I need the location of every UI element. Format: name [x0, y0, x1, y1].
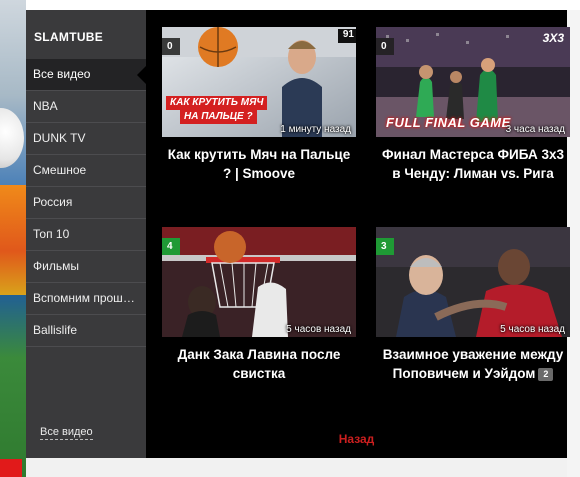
video-title[interactable]: Взаимное уважение между Поповичем и Уэйд…	[376, 345, 570, 383]
video-thumbnail[interactable]: 3X3 FULL FINAL GAME 0 3 часа назад	[376, 27, 570, 137]
video-badge: 4	[162, 238, 180, 255]
video-time: 5 часов назад	[286, 324, 351, 335]
video-time: 3 часа назад	[505, 124, 565, 135]
background-bottom-strip	[26, 458, 567, 477]
menu-item-all-videos[interactable]: Все видео	[26, 59, 146, 91]
video-title-text[interactable]: Финал Мастерса ФИБА 3х3 в Ченду: Лиман v…	[382, 147, 564, 181]
thumbnail-text: FULL FINAL GAME	[386, 115, 511, 130]
menu-item-dunk-tv[interactable]: DUNK TV	[26, 123, 146, 155]
video-title[interactable]: Данк Зака Лавина после свистка	[162, 345, 356, 383]
comment-count-badge[interactable]: 2	[538, 367, 554, 381]
menu-item-ballislife[interactable]: Ballislife	[26, 315, 146, 347]
menu-item-top-10[interactable]: Топ 10	[26, 219, 146, 251]
active-item-pointer	[137, 66, 146, 84]
video-card[interactable]: 4 5 часов назад Данк Зака Лавина после с…	[162, 227, 356, 383]
video-card[interactable]: 3 5 часов назад Взаимное уважение между …	[376, 227, 570, 383]
video-time: 1 минуту назад	[280, 124, 351, 135]
video-badge: 0	[376, 38, 394, 55]
video-card[interactable]: КАК КРУТИТЬ МЯЧ НА ПАЛЬЦЕ ? 91 0 1 минут…	[162, 27, 356, 183]
menu-item-funny[interactable]: Смешное	[26, 155, 146, 187]
video-grid-panel: КАК КРУТИТЬ МЯЧ НА ПАЛЬЦЕ ? 91 0 1 минут…	[146, 10, 570, 458]
video-time: 5 часов назад	[500, 324, 565, 335]
all-videos-link[interactable]: Все видео	[40, 426, 93, 440]
video-sidebar: SLAMTUBE Все видео NBA DUNK TV Смешное Р…	[26, 10, 146, 458]
background-top-bar	[26, 0, 580, 10]
background-jersey-image	[0, 185, 26, 295]
video-title-text[interactable]: Взаимное уважение между Поповичем и Уэйд…	[383, 347, 564, 381]
video-badge: 0	[162, 38, 180, 55]
video-thumbnail[interactable]: 3 5 часов назад	[376, 227, 570, 337]
menu-item-remember-past[interactable]: Вспомним прошлое	[26, 283, 146, 315]
thumbnail-logo: 3X3	[542, 31, 564, 45]
video-thumbnail[interactable]: КАК КРУТИТЬ МЯЧ НА ПАЛЬЦЕ ? 91 0 1 минут…	[162, 27, 356, 137]
video-title-text[interactable]: Данк Зака Лавина после свистка	[178, 347, 341, 381]
menu-item-russia[interactable]: Россия	[26, 187, 146, 219]
video-card[interactable]: 3X3 FULL FINAL GAME 0 3 часа назад Финал…	[376, 27, 570, 183]
thumbnail-image	[376, 227, 570, 337]
thumbnail-image	[162, 227, 356, 337]
video-title[interactable]: Как крутить Мяч на Пальце ? | Smoove	[162, 145, 356, 183]
thumbnail-text: КАК КРУТИТЬ МЯЧ	[166, 96, 268, 110]
background-red-element	[0, 459, 22, 477]
video-title-text[interactable]: Как крутить Мяч на Пальце ? | Smoove	[168, 147, 351, 181]
menu-item-nba[interactable]: NBA	[26, 91, 146, 123]
menu-item-movies[interactable]: Фильмы	[26, 251, 146, 283]
back-button[interactable]: Назад	[146, 432, 567, 446]
sidebar-title: SLAMTUBE	[34, 30, 104, 44]
video-thumbnail[interactable]: 4 5 часов назад	[162, 227, 356, 337]
video-title[interactable]: Финал Мастерса ФИБА 3х3 в Ченду: Лиман v…	[376, 145, 570, 183]
thumbnail-number: 91	[342, 29, 354, 40]
video-badge: 3	[376, 238, 394, 255]
thumbnail-text: НА ПАЛЬЦЕ ?	[180, 110, 257, 124]
category-menu: Все видео NBA DUNK TV Смешное Россия Топ…	[26, 59, 146, 347]
